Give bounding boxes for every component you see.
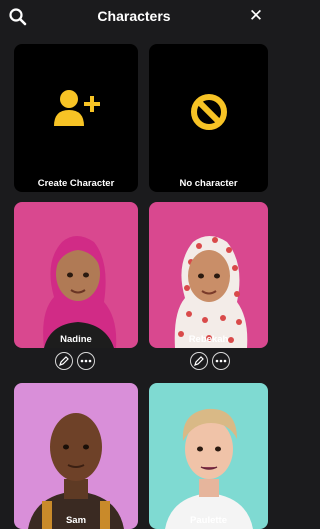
avatar	[149, 202, 268, 348]
avatar	[14, 202, 138, 348]
no-character-label: No character	[179, 178, 238, 189]
avatar	[14, 383, 138, 529]
more-options-icon[interactable]	[212, 352, 230, 370]
avatar	[149, 383, 268, 529]
character-card-paulette[interactable]: Paulette	[149, 383, 268, 529]
no-character-card[interactable]: No character	[149, 44, 268, 192]
nadine-actions	[55, 352, 95, 370]
character-name: Nadine	[60, 334, 92, 345]
character-name: Sam	[65, 515, 87, 526]
rebekah-actions	[190, 352, 230, 370]
character-card-sam[interactable]: Sam	[14, 383, 138, 529]
more-options-icon[interactable]	[77, 352, 95, 370]
close-icon[interactable]: ✕	[248, 7, 264, 25]
page-title: Characters	[97, 8, 171, 24]
add-person-icon	[52, 88, 102, 128]
edit-pencil-icon[interactable]	[190, 352, 208, 370]
character-name: Paulette	[190, 515, 227, 526]
prohibited-icon	[189, 92, 229, 132]
header-bar: Characters ✕	[0, 0, 268, 34]
edit-pencil-icon[interactable]	[55, 352, 73, 370]
character-name: Rebekah	[188, 334, 229, 345]
character-card-nadine[interactable]: Nadine	[14, 202, 138, 348]
create-character-card[interactable]: Create Character	[14, 44, 138, 192]
character-card-rebekah[interactable]: Rebekah	[149, 202, 268, 348]
create-character-label: Create Character	[37, 178, 115, 189]
